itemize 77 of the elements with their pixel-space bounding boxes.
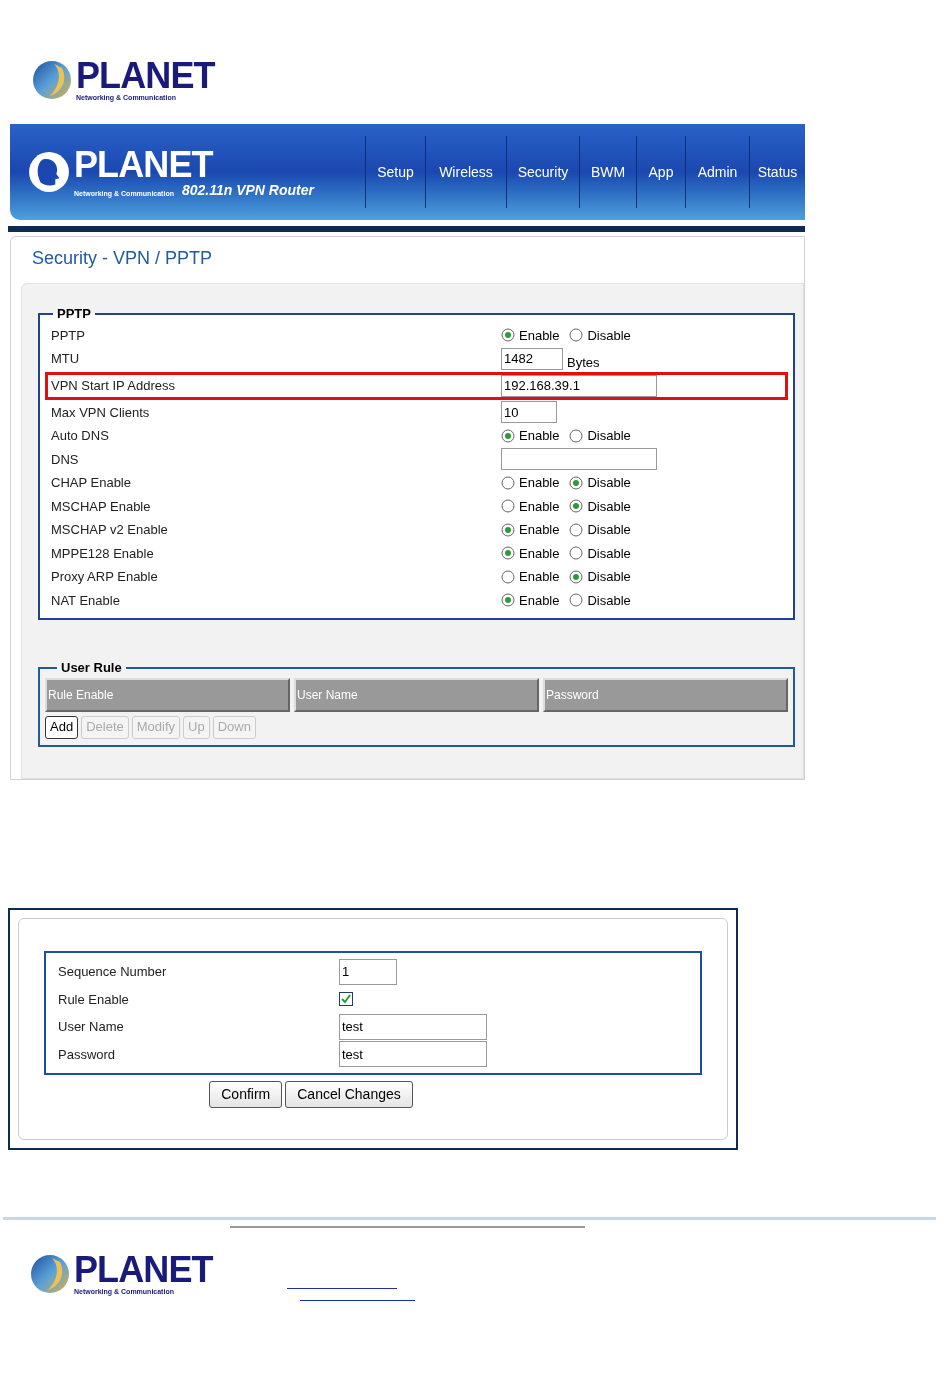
dialog-button[interactable]: Cancel Changes <box>285 1081 413 1108</box>
option-label: Enable <box>519 591 560 610</box>
nav-tab[interactable]: Status <box>749 136 805 208</box>
radio-button[interactable] <box>501 328 515 343</box>
field-label: MPPE128 Enable <box>51 544 155 563</box>
text-field[interactable]: 1 <box>339 958 397 985</box>
logo-wordmark: PLANET <box>76 58 215 94</box>
nav-tab[interactable]: BWM <box>579 136 636 208</box>
option-label: Enable <box>519 474 560 492</box>
field-label: DNS <box>51 450 80 469</box>
field-label: Sequence Number <box>58 963 168 981</box>
field-label: MSCHAP v2 Enable <box>51 521 169 539</box>
option-label: Enable <box>519 568 560 586</box>
nav-tab[interactable]: Setup <box>365 136 425 208</box>
radio-button[interactable] <box>501 475 515 490</box>
checkbox[interactable] <box>339 992 353 1007</box>
radio-button[interactable] <box>569 522 584 537</box>
radio-button[interactable] <box>569 593 584 608</box>
option-label: Enable <box>519 326 560 345</box>
field-label: VPN Start IP Address <box>51 376 177 395</box>
page-title: Security - VPN / PPTP <box>31 247 214 270</box>
option-label: Disable <box>587 497 631 516</box>
nav-tab[interactable]: App <box>636 136 685 208</box>
text-field[interactable]: test <box>339 1041 487 1068</box>
option-label: Enable <box>519 521 560 539</box>
option-label: Disable <box>587 474 631 492</box>
nav-tab[interactable]: Admin <box>685 136 749 208</box>
field-label: NAT Enable <box>51 591 121 610</box>
group-legend: PPTP <box>53 304 95 324</box>
option-label: Disable <box>587 521 631 539</box>
option-label: Enable <box>519 497 560 516</box>
option-label: Disable <box>587 568 631 586</box>
text-field[interactable]: 1482 <box>501 347 563 370</box>
radio-button[interactable] <box>569 499 584 514</box>
radio-button[interactable] <box>569 546 584 561</box>
option-label: Enable <box>519 544 560 563</box>
field-label: Auto DNS <box>51 427 110 445</box>
radio-button[interactable] <box>501 499 515 514</box>
field-label: MTU <box>51 350 81 368</box>
nav-tab[interactable]: Security <box>506 136 579 208</box>
dialog-button[interactable]: Confirm <box>209 1081 283 1108</box>
field-label: PPTP <box>51 326 86 345</box>
option-label: Enable <box>519 427 560 445</box>
action-button[interactable]: Add <box>45 715 79 739</box>
field-label: Proxy ARP Enable <box>51 568 159 586</box>
radio-button[interactable] <box>569 569 584 584</box>
text-field[interactable]: test <box>339 1013 487 1040</box>
field-label: Max VPN Clients <box>51 403 151 422</box>
globe-logo-icon <box>32 59 72 100</box>
radio-button[interactable] <box>501 428 515 443</box>
globe-logo-icon <box>30 1253 70 1294</box>
head-silhouette-logo-icon <box>28 151 70 193</box>
option-label: Disable <box>587 326 631 345</box>
text-field[interactable]: 192.168.39.1 <box>501 374 657 397</box>
option-label: Disable <box>587 427 631 445</box>
field-label: User Name <box>58 1018 125 1036</box>
group-legend: User Rule <box>57 658 126 678</box>
logo-wordmark: PLANET <box>74 1252 213 1288</box>
option-label: Disable <box>587 591 631 610</box>
field-label: Rule Enable <box>58 990 130 1009</box>
field-label: MSCHAP Enable <box>51 497 152 516</box>
radio-button[interactable] <box>501 569 515 584</box>
radio-button[interactable] <box>569 428 584 443</box>
logo-wordmark: PLANET <box>74 147 214 183</box>
text-field[interactable] <box>501 448 657 471</box>
nav-tab[interactable]: Wireless <box>425 136 506 208</box>
field-label: Password <box>58 1045 117 1064</box>
text-field[interactable]: 10 <box>501 401 557 424</box>
unit-label: Bytes <box>567 355 600 370</box>
product-name: 802.11n VPN Router <box>181 183 314 197</box>
radio-button[interactable] <box>569 475 584 490</box>
radio-button[interactable] <box>501 522 515 537</box>
radio-button[interactable] <box>569 328 584 343</box>
radio-button[interactable] <box>501 546 515 561</box>
field-label: CHAP Enable <box>51 474 132 492</box>
option-label: Disable <box>587 544 631 563</box>
radio-button[interactable] <box>501 593 515 608</box>
